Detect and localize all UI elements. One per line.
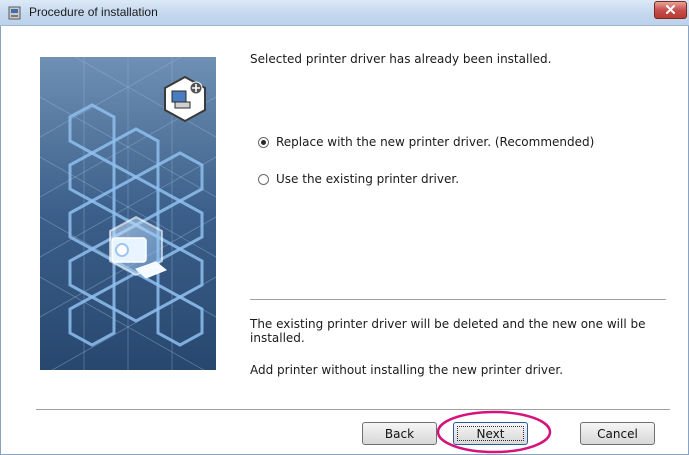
content-divider [250, 299, 666, 301]
title-bar: Procedure of installation [0, 0, 689, 26]
installation-illustration [40, 57, 216, 370]
option-use-existing-label: Use the existing printer driver. [276, 172, 460, 186]
window-title: Procedure of installation [29, 5, 158, 19]
option-use-existing-driver[interactable]: Use the existing printer driver. [258, 171, 459, 187]
option-replace-driver[interactable]: Replace with the new printer driver. (Re… [258, 134, 594, 150]
radio-button-replace[interactable] [258, 136, 269, 148]
description-add-printer: Add printer without installing the new p… [250, 363, 564, 377]
option-description: The existing printer driver will be dele… [250, 317, 670, 377]
option-replace-label: Replace with the new printer driver. (Re… [276, 135, 595, 149]
close-button[interactable] [654, 1, 687, 19]
back-button[interactable]: Back [362, 422, 437, 445]
footer-divider [36, 409, 670, 411]
cancel-button[interactable]: Cancel [580, 422, 655, 445]
status-message: Selected printer driver has already been… [250, 52, 552, 66]
installer-icon [8, 6, 21, 20]
close-icon [666, 5, 675, 14]
radio-button-use-existing[interactable] [258, 173, 269, 185]
description-replace: The existing printer driver will be dele… [250, 317, 646, 345]
next-button[interactable]: Next [453, 422, 528, 445]
focus-rectangle [457, 426, 524, 441]
add-printer-icon [164, 75, 206, 123]
